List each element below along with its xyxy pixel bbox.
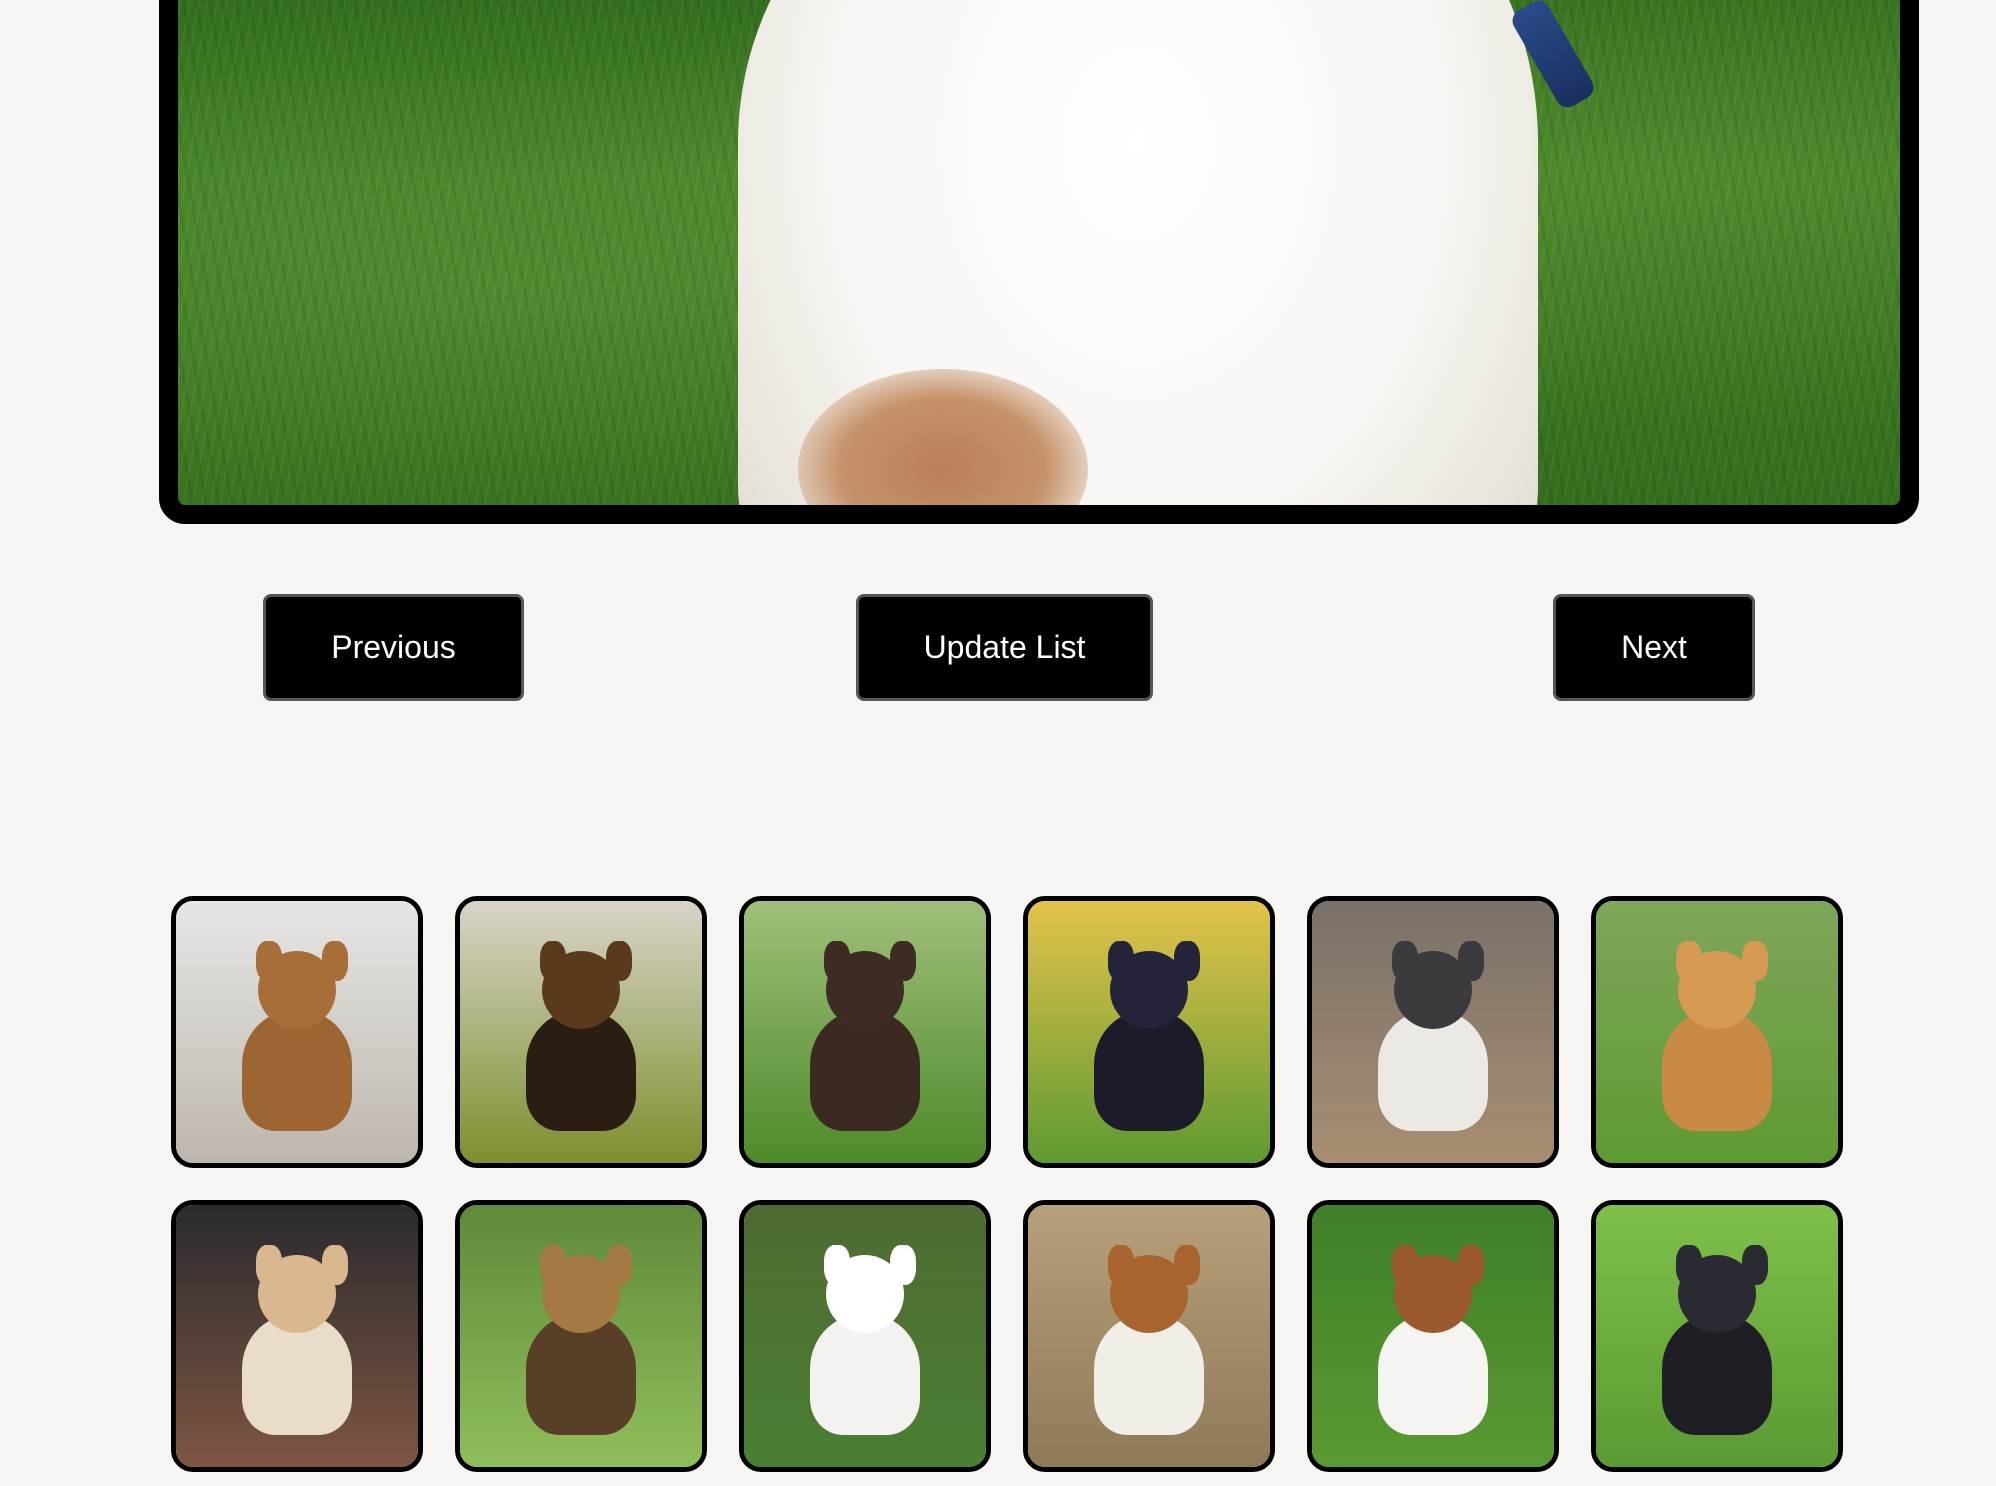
thumbnail-11[interactable] <box>1307 1200 1559 1472</box>
main-image-viewer <box>159 0 1919 524</box>
thumbnail-1[interactable] <box>171 896 423 1168</box>
thumbnail-dog-body <box>242 1011 352 1131</box>
thumbnail-dog-body <box>526 1011 636 1131</box>
next-button[interactable]: Next <box>1553 594 1755 701</box>
thumbnail-7[interactable] <box>171 1200 423 1472</box>
thumbnail-dog-ear <box>1458 1245 1484 1285</box>
thumbnail-dog-ear <box>1174 941 1200 981</box>
thumbnail-dog-ear <box>890 1245 916 1285</box>
thumbnail-dog-ear <box>540 1245 566 1285</box>
thumbnail-dog-body <box>526 1315 636 1435</box>
thumbnail-dog-ear <box>1742 941 1768 981</box>
thumbnail-dog-ear <box>256 941 282 981</box>
thumbnail-dog-ear <box>606 941 632 981</box>
thumbnail-dog-body <box>1094 1011 1204 1131</box>
thumbnail-dog-ear <box>1392 1245 1418 1285</box>
thumbnail-dog-body <box>1378 1011 1488 1131</box>
thumbnail-dog-ear <box>1742 1245 1768 1285</box>
thumbnail-dog-body <box>1378 1315 1488 1435</box>
thumbnail-8[interactable] <box>455 1200 707 1472</box>
thumbnail-4[interactable] <box>1023 896 1275 1168</box>
thumbnail-dog-ear <box>1108 941 1134 981</box>
thumbnail-dog-ear <box>256 1245 282 1285</box>
thumbnail-dog-ear <box>824 941 850 981</box>
thumbnail-dog-ear <box>824 1245 850 1285</box>
thumbnail-dog-ear <box>1174 1245 1200 1285</box>
thumbnail-dog-ear <box>1108 1245 1134 1285</box>
thumbnail-dog-ear <box>1676 941 1702 981</box>
thumbnail-dog-body <box>810 1315 920 1435</box>
thumbnail-dog-body <box>1094 1315 1204 1435</box>
thumbnail-10[interactable] <box>1023 1200 1275 1472</box>
thumbnail-3[interactable] <box>739 896 991 1168</box>
thumbnail-dog-ear <box>540 941 566 981</box>
thumbnail-dog-body <box>810 1011 920 1131</box>
thumbnail-dog-body <box>1662 1315 1772 1435</box>
thumbnail-9[interactable] <box>739 1200 991 1472</box>
thumbnail-dog-ear <box>890 941 916 981</box>
thumbnail-dog-ear <box>606 1245 632 1285</box>
thumbnail-dog-ear <box>322 941 348 981</box>
update-list-button[interactable]: Update List <box>856 594 1153 701</box>
thumbnail-6[interactable] <box>1591 896 1843 1168</box>
thumbnail-12[interactable] <box>1591 1200 1843 1472</box>
thumbnail-dog-ear <box>1458 941 1484 981</box>
thumbnail-dog-body <box>1662 1011 1772 1131</box>
thumbnail-dog-ear <box>322 1245 348 1285</box>
thumbnail-dog-body <box>242 1315 352 1435</box>
thumbnail-dog-ear <box>1676 1245 1702 1285</box>
thumbnail-2[interactable] <box>455 896 707 1168</box>
thumbnail-5[interactable] <box>1307 896 1559 1168</box>
thumbnail-dog-ear <box>1392 941 1418 981</box>
previous-button[interactable]: Previous <box>263 594 524 701</box>
